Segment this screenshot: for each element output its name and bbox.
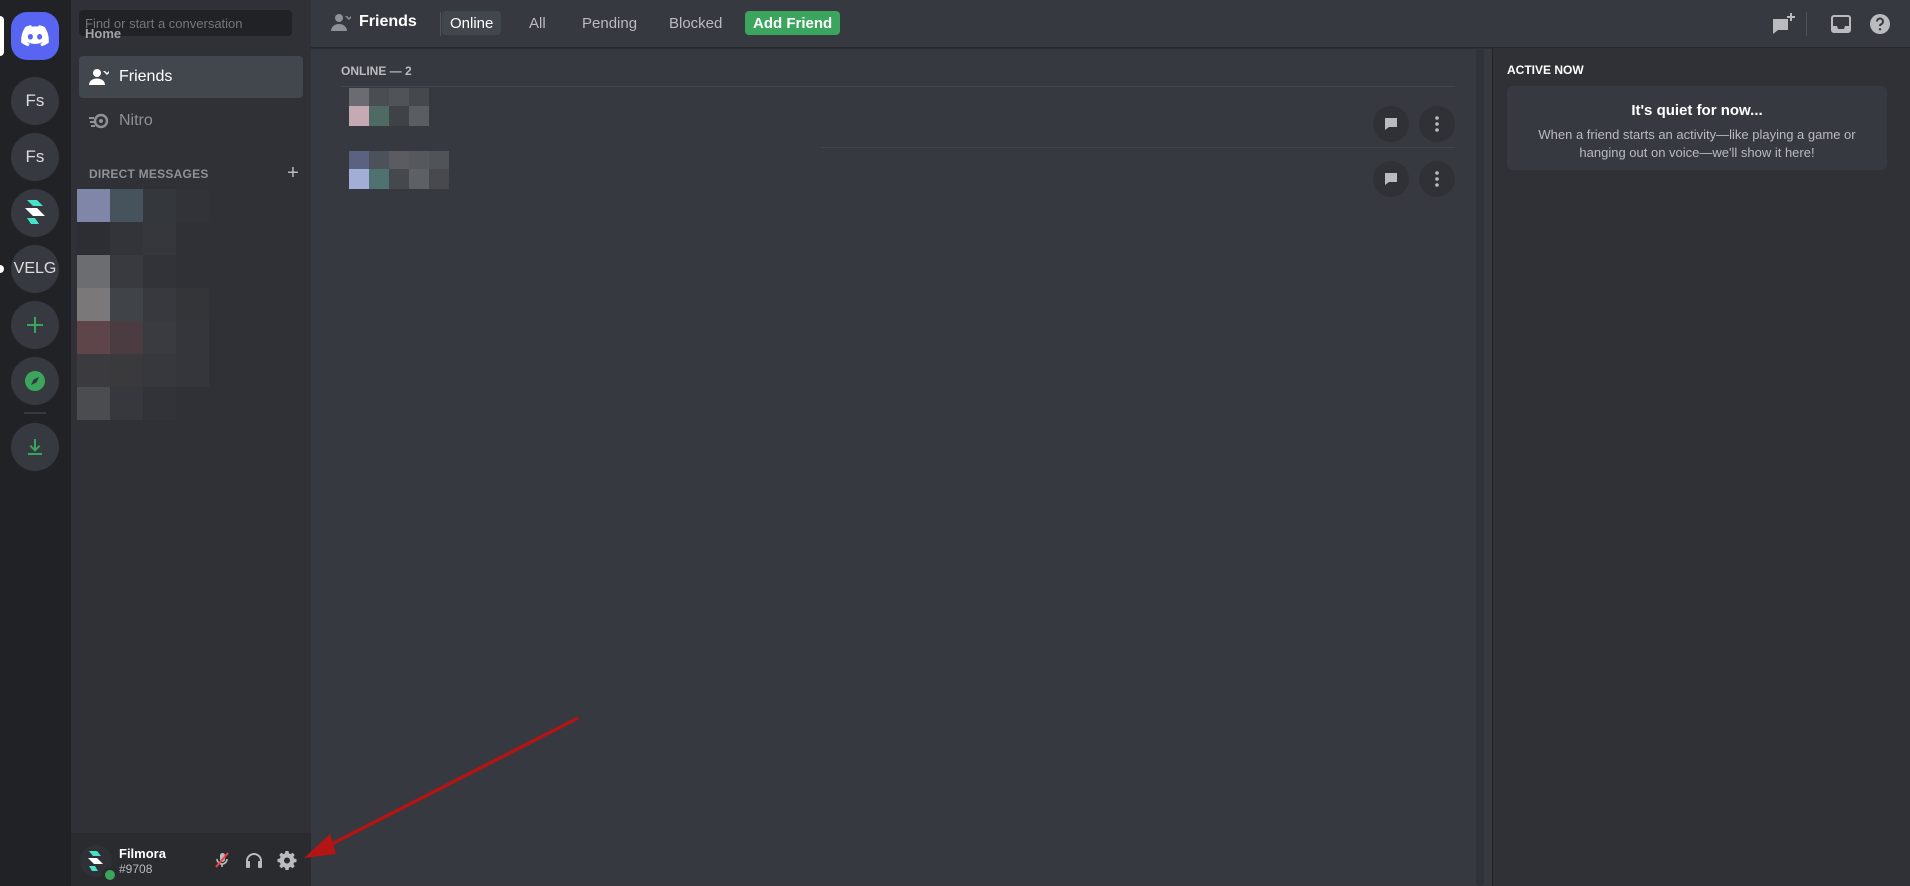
download-apps-button[interactable]	[11, 423, 59, 471]
server-fs-1[interactable]: Fs	[11, 77, 59, 125]
list-item[interactable]	[341, 147, 1455, 208]
explore-servers-button[interactable]	[11, 357, 59, 405]
sidebar-item-nitro[interactable]: Nitro	[79, 100, 303, 142]
add-friend-button[interactable]: Add Friend	[745, 11, 841, 35]
download-icon	[28, 439, 42, 455]
top-bar: Friends Online All Pending Blocked Add F…	[311, 0, 1910, 48]
create-dm-button[interactable]: +	[287, 162, 299, 185]
message-button[interactable]	[1373, 106, 1409, 142]
microphone-muted-icon	[215, 852, 229, 868]
friends-icon	[79, 68, 119, 86]
sidebar-item-label: Friends	[119, 68, 173, 85]
tab-pending[interactable]: Pending	[574, 11, 645, 35]
active-now-empty-card: It's quiet for now... When a friend star…	[1507, 86, 1887, 170]
home-tooltip: Home	[85, 26, 122, 41]
online-status-indicator	[102, 867, 118, 883]
plus-icon	[27, 317, 43, 333]
chat-bubble-icon	[1385, 118, 1397, 130]
row-divider	[821, 147, 1455, 148]
home-button[interactable]	[11, 12, 59, 60]
active-now-panel: ACTIVE NOW It's quiet for now... When a …	[1492, 48, 1910, 886]
server-velg[interactable]: VELG	[11, 245, 59, 293]
home-selected-indicator	[0, 16, 4, 56]
rail-separator	[24, 412, 46, 414]
help-icon	[1870, 14, 1890, 34]
headphones-icon	[246, 853, 262, 868]
message-button[interactable]	[1373, 161, 1409, 197]
mute-microphone-button[interactable]	[211, 849, 233, 871]
active-now-title: ACTIVE NOW	[1507, 63, 1584, 77]
online-count-header: ONLINE — 2	[341, 64, 412, 78]
page-title: Friends	[359, 13, 417, 30]
divider	[1806, 12, 1807, 36]
tab-online[interactable]: Online	[442, 11, 502, 35]
server-fs-2[interactable]: Fs	[11, 133, 59, 181]
empty-state-description: When a friend starts an activity—like pl…	[1538, 127, 1856, 160]
search-bar: Home	[71, 0, 311, 48]
direct-messages-title: DIRECT MESSAGES	[89, 166, 209, 181]
more-vertical-icon	[1435, 171, 1439, 187]
new-group-dm-button[interactable]	[1770, 11, 1796, 37]
friends-icon	[329, 12, 353, 36]
friend-actions	[1373, 106, 1455, 142]
user-settings-button[interactable]	[276, 849, 298, 871]
filmora-logo-icon	[25, 200, 45, 224]
empty-state-title: It's quiet for now...	[1631, 102, 1763, 119]
compass-icon	[25, 371, 45, 391]
list-item[interactable]	[341, 86, 1455, 148]
divider	[440, 12, 441, 36]
user-tag: #9708	[119, 862, 153, 876]
direct-messages-header: DIRECT MESSAGES +	[89, 162, 299, 185]
chat-bubble-icon	[1385, 173, 1397, 185]
inbox-icon	[1831, 15, 1851, 33]
scrollbar[interactable]	[1476, 48, 1484, 886]
nitro-icon	[79, 113, 119, 129]
username: Filmora	[119, 846, 166, 861]
server-rail: Fs Fs VELG	[0, 0, 71, 886]
add-server-button[interactable]	[11, 301, 59, 349]
tab-blocked[interactable]: Blocked	[661, 11, 730, 35]
more-options-button[interactable]	[1419, 106, 1455, 142]
server-unread-indicator	[0, 265, 4, 273]
friend-actions	[1373, 161, 1455, 197]
tab-all[interactable]: All	[521, 11, 554, 35]
friends-list: ONLINE — 2	[311, 48, 1477, 886]
more-vertical-icon	[1435, 116, 1439, 132]
new-group-dm-icon	[1773, 13, 1795, 34]
deafen-button[interactable]	[243, 849, 265, 871]
discord-logo-icon	[21, 25, 49, 47]
gear-icon	[277, 851, 297, 870]
server-filmora[interactable]	[11, 189, 59, 237]
user-panel: Filmora #9708	[71, 833, 311, 886]
dm-sidebar: Home Friends Nitro DIRECT MESSAGES +	[71, 0, 311, 886]
more-options-button[interactable]	[1419, 161, 1455, 197]
sidebar-item-label: Nitro	[119, 112, 153, 129]
help-button[interactable]	[1867, 11, 1893, 37]
inbox-button[interactable]	[1828, 11, 1854, 37]
sidebar-item-friends[interactable]: Friends	[79, 56, 303, 98]
